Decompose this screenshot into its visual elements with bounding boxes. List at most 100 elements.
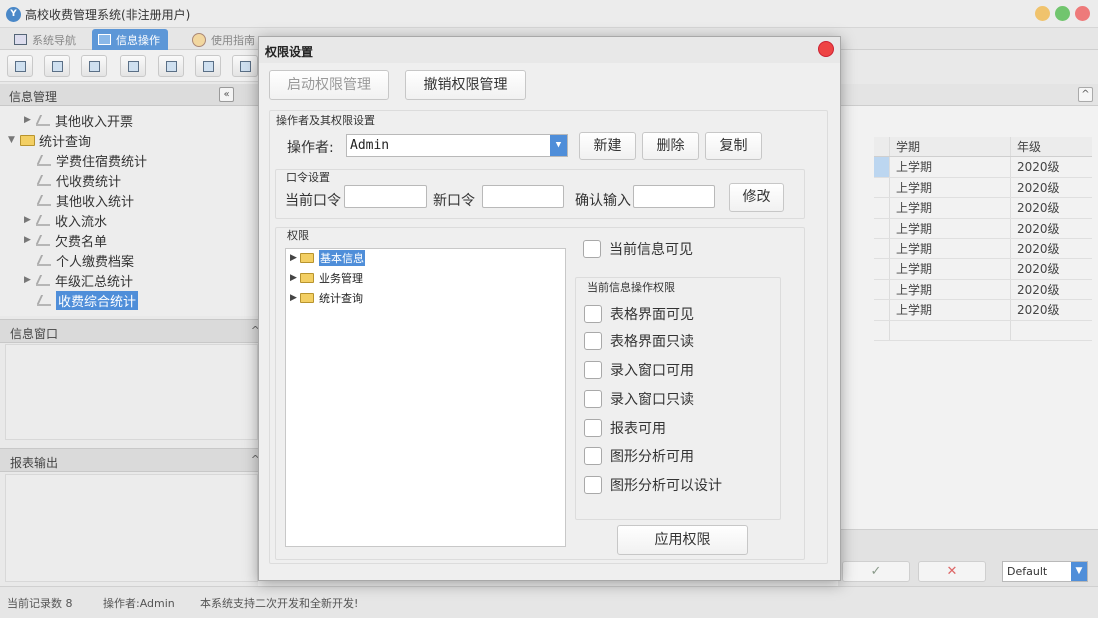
tree-item[interactable]: 学费住宿费统计 — [37, 150, 147, 170]
search-tool-button[interactable] — [7, 55, 33, 77]
style-select[interactable]: Default ▼ — [1002, 561, 1088, 582]
current-visible-checkbox[interactable]: 当前信息可见 — [583, 239, 693, 259]
tab-info-ops[interactable]: 信息操作 — [92, 29, 168, 50]
perm-checkbox[interactable]: 表格界面可见 — [584, 304, 694, 324]
expand-arrow-icon[interactable]: ▶ — [290, 293, 300, 303]
print-tool-button[interactable] — [232, 55, 258, 77]
table-cell[interactable]: 2020级 — [1011, 300, 1092, 319]
table-row[interactable]: 上学期 2020级 — [874, 218, 1092, 239]
column-header[interactable]: 学期 — [890, 137, 1011, 157]
expand-arrow-icon[interactable]: ▶ — [24, 235, 36, 245]
maximize-button[interactable] — [1055, 6, 1070, 21]
row-header-cell[interactable] — [874, 279, 890, 300]
row-header-cell[interactable] — [874, 300, 890, 320]
perm-checkbox[interactable]: 报表可用 — [584, 418, 666, 438]
chevron-down-icon[interactable]: ▼ — [550, 135, 567, 156]
perm-checkbox[interactable]: 表格界面只读 — [584, 331, 694, 351]
table-cell[interactable]: 2020级 — [1011, 178, 1092, 197]
confirm-button[interactable]: ✓ — [842, 561, 910, 582]
dialog-close-button[interactable] — [818, 41, 834, 57]
tab-user-guide[interactable]: 使用指南 — [186, 29, 263, 50]
table-cell[interactable]: 2020级 — [1011, 157, 1092, 176]
table-row[interactable]: 上学期 2020级 — [874, 238, 1092, 260]
document-tool-button[interactable] — [81, 55, 107, 77]
confirm-password-field[interactable] — [633, 185, 715, 208]
row-header-cell[interactable] — [874, 218, 890, 238]
table-row[interactable]: 上学期 2020级 — [874, 157, 1092, 178]
table-cell[interactable]: 上学期 — [890, 259, 1011, 279]
collapse-main-button[interactable]: ^ — [1078, 87, 1093, 102]
collapse-arrow-icon[interactable]: ▼ — [8, 135, 20, 145]
table-cell[interactable]: 2020级 — [1011, 280, 1092, 299]
row-header-cell[interactable] — [874, 259, 890, 279]
tree-item-selected[interactable]: 收费综合统计 — [37, 290, 139, 310]
chevron-down-icon[interactable]: ▼ — [1071, 562, 1087, 581]
tree-item[interactable]: ▶ 其他收入开票 — [24, 110, 133, 130]
perm-checkbox[interactable]: 录入窗口只读 — [584, 389, 694, 409]
table-cell[interactable]: 2020级 — [1011, 198, 1092, 217]
copy-operator-button[interactable]: 复制 — [705, 132, 762, 160]
perm-checkbox[interactable]: 录入窗口可用 — [584, 360, 694, 380]
table-row[interactable]: 上学期 2020级 — [874, 177, 1092, 199]
table-row[interactable]: 上学期 2020级 — [874, 259, 1092, 280]
user-tool-button[interactable] — [120, 55, 146, 77]
expand-arrow-icon[interactable]: ▶ — [290, 273, 300, 283]
checkbox-box[interactable] — [584, 447, 602, 465]
collapse-left-button[interactable]: « — [219, 87, 234, 102]
table-cell[interactable]: 上学期 — [890, 198, 1011, 218]
table-cell[interactable]: 2020级 — [1011, 219, 1092, 238]
operator-select[interactable]: Admin ▼ — [346, 134, 568, 157]
delete-operator-button[interactable]: 删除 — [642, 132, 699, 160]
table-row[interactable]: 上学期 2020级 — [874, 279, 1092, 301]
table-cell[interactable]: 2020级 — [1011, 259, 1092, 278]
checkbox-box[interactable] — [584, 476, 602, 494]
row-header-cell[interactable] — [874, 238, 890, 259]
perm-tree-item[interactable]: ▶ 基本信息 — [290, 249, 365, 267]
window-tool-button[interactable] — [158, 55, 184, 77]
tree-item[interactable]: ▶ 收入流水 — [24, 210, 107, 230]
table-cell[interactable]: 上学期 — [890, 279, 1011, 300]
tab-system-nav[interactable]: 系统导航 — [8, 29, 84, 50]
perm-tree-item[interactable]: ▶ 统计查询 — [290, 289, 363, 307]
new-operator-button[interactable]: 新建 — [579, 132, 636, 160]
expand-arrow-icon[interactable]: ▶ — [24, 275, 36, 285]
tree-item[interactable]: 其他收入统计 — [37, 190, 134, 210]
checkbox-box[interactable] — [584, 361, 602, 379]
perm-checkbox[interactable]: 图形分析可以设计 — [584, 475, 722, 495]
row-header-cell[interactable] — [874, 177, 890, 198]
checkbox-box[interactable] — [584, 390, 602, 408]
table-row[interactable]: 上学期 2020级 — [874, 300, 1092, 321]
table-cell[interactable]: 上学期 — [890, 238, 1011, 259]
cancel-button[interactable]: ✕ — [918, 561, 986, 582]
row-header-cell[interactable] — [874, 198, 890, 218]
tree-item[interactable]: 个人缴费档案 — [37, 250, 134, 270]
new-password-field[interactable] — [482, 185, 564, 208]
export-tool-button[interactable] — [195, 55, 221, 77]
perm-checkbox[interactable]: 图形分析可用 — [584, 446, 694, 466]
tree-item[interactable]: 代收费统计 — [37, 170, 121, 190]
tree-item[interactable]: ▼ 统计查询 — [8, 130, 91, 150]
row-header-cell[interactable] — [874, 157, 890, 177]
expand-arrow-icon[interactable]: ▶ — [24, 215, 36, 225]
tree-item[interactable]: ▶ 欠费名单 — [24, 230, 107, 250]
table-cell[interactable]: 上学期 — [890, 177, 1011, 198]
close-window-button[interactable] — [1075, 6, 1090, 21]
expand-arrow-icon[interactable]: ▶ — [290, 253, 300, 263]
revoke-permission-button[interactable]: 撤销权限管理 — [405, 70, 526, 100]
table-row[interactable]: 上学期 2020级 — [874, 198, 1092, 219]
apply-permission-button[interactable]: 应用权限 — [617, 525, 748, 555]
table-cell[interactable]: 上学期 — [890, 218, 1011, 238]
checkbox-box[interactable] — [584, 305, 602, 323]
tree-item[interactable]: ▶ 年级汇总统计 — [24, 270, 133, 290]
current-password-field[interactable] — [344, 185, 427, 208]
modify-password-button[interactable]: 修改 — [729, 183, 784, 212]
checkbox-box[interactable] — [584, 419, 602, 437]
table-cell[interactable]: 上学期 — [890, 300, 1011, 320]
checkbox-box[interactable] — [583, 240, 601, 258]
minimize-button[interactable] — [1035, 6, 1050, 21]
perm-tree-item[interactable]: ▶ 业务管理 — [290, 269, 363, 287]
column-header[interactable]: 年级 — [1011, 137, 1092, 156]
table-cell[interactable]: 2020级 — [1011, 239, 1092, 258]
enable-permission-button[interactable]: 启动权限管理 — [269, 70, 389, 100]
checkbox-box[interactable] — [584, 332, 602, 350]
